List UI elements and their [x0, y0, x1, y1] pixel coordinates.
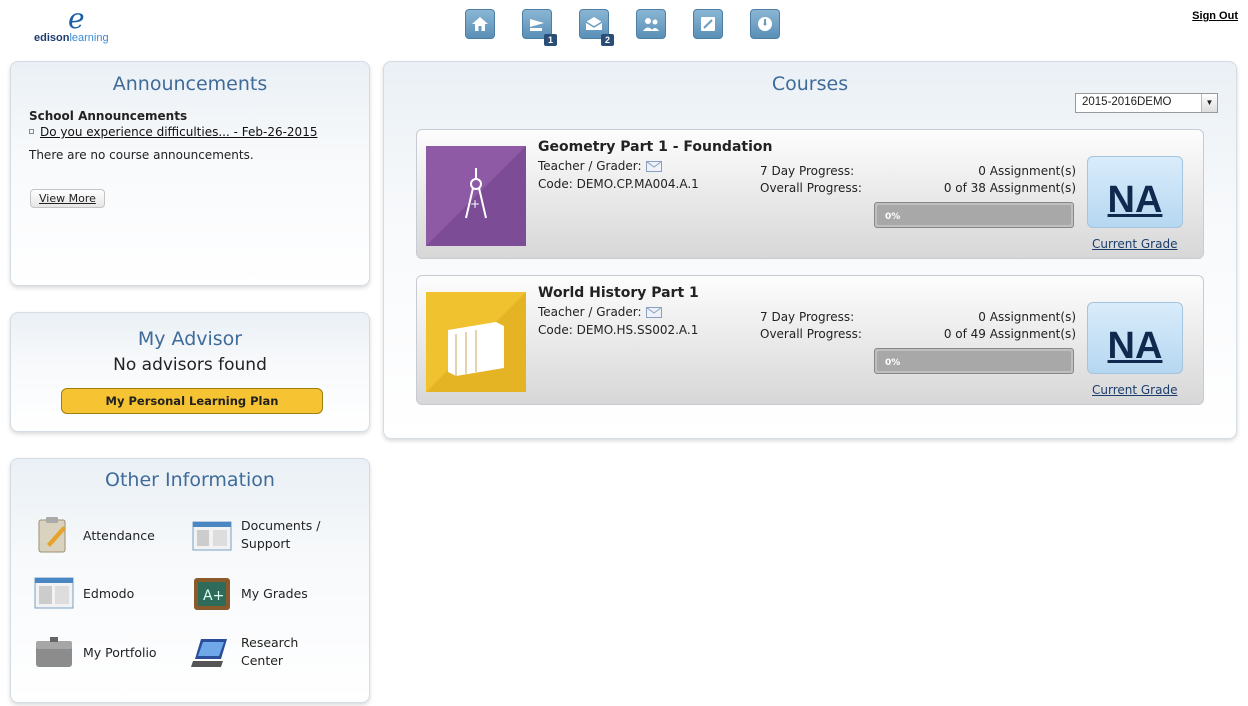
- course-card[interactable]: + Geometry Part 1 - Foundation Teacher /…: [416, 129, 1204, 259]
- home-icon[interactable]: [465, 9, 495, 39]
- clipboard-icon: [38, 517, 66, 553]
- teacher-label: Teacher / Grader:: [538, 159, 662, 173]
- seven-day-progress-value: 0 Assignment(s): [978, 164, 1076, 178]
- grade-value: NA: [1107, 179, 1163, 221]
- other-information-title: Other Information: [105, 469, 275, 491]
- edison-learning-logo[interactable]: e edisonlearning: [30, 2, 140, 46]
- people-icon[interactable]: [636, 9, 666, 39]
- announcement-link-text: Do you experience difficulties... - Feb-…: [40, 125, 318, 139]
- logo-text-b: learning: [69, 32, 109, 44]
- books-icon: [426, 292, 526, 392]
- course-name[interactable]: Geometry Part 1 - Foundation: [538, 139, 772, 155]
- chevron-down-icon: ▼: [1201, 94, 1217, 112]
- mail-icon[interactable]: [645, 307, 662, 318]
- edmodo-label: Edmodo: [83, 585, 135, 601]
- assignments-badge: 1: [543, 34, 557, 46]
- seven-day-progress-value: 0 Assignment(s): [978, 310, 1076, 324]
- research-center-label: Research Center: [241, 635, 299, 668]
- teacher-label-text: Teacher / Grader:: [538, 159, 642, 173]
- current-grade-link[interactable]: Current Grade: [1092, 383, 1177, 397]
- progress-percent: 0%: [885, 212, 901, 222]
- my-grades-label: My Grades: [241, 585, 308, 601]
- courses-title: Courses: [771, 73, 849, 95]
- progress-percent: 0%: [885, 358, 901, 368]
- no-course-announcements: There are no course announcements.: [29, 148, 254, 162]
- documents-support-label: Documents / Support: [241, 518, 321, 551]
- svg-text:+: +: [470, 197, 480, 211]
- course-code: Code: DEMO.HS.SS002.A.1: [538, 323, 699, 337]
- progress-bar: 0%: [874, 202, 1074, 228]
- term-select[interactable]: 2015-2016DEMO ▼: [1075, 93, 1218, 113]
- attendance-link[interactable]: Attendance: [33, 514, 155, 556]
- grade-value: NA: [1107, 325, 1163, 367]
- grade-box[interactable]: NA: [1087, 156, 1183, 228]
- progress-bar: 0%: [874, 348, 1074, 374]
- overall-progress-value: 0 of 49 Assignment(s): [943, 327, 1076, 341]
- portfolio-icon: [36, 637, 72, 667]
- documents-icon: [192, 521, 232, 551]
- courses-panel: Courses 2015-2016DEMO ▼ + Geometry Part …: [383, 61, 1237, 439]
- documents-support-link[interactable]: Documents / Support: [191, 514, 321, 556]
- personal-learning-plan-button[interactable]: My Personal Learning Plan: [61, 388, 323, 414]
- other-information-panel: Other Information Attendance Documents /…: [10, 458, 370, 703]
- attendance-label: Attendance: [83, 527, 155, 543]
- school-announcements-heading: School Announcements: [29, 109, 188, 123]
- sign-out-link[interactable]: Sign Out: [1192, 10, 1238, 22]
- logo-mark: e: [68, 2, 85, 35]
- term-select-value: 2015-2016DEMO: [1082, 96, 1172, 108]
- course-code: Code: DEMO.CP.MA004.A.1: [538, 177, 699, 191]
- announcements-panel: Announcements School Announcements Do yo…: [10, 61, 370, 286]
- advisor-panel: My Advisor No advisors found My Personal…: [10, 312, 370, 432]
- course-name[interactable]: World History Part 1: [538, 285, 699, 301]
- view-more-button[interactable]: View More: [30, 189, 105, 208]
- overall-progress-label: Overall Progress:: [760, 181, 862, 195]
- edmodo-link[interactable]: Edmodo: [33, 572, 134, 614]
- compass-icon: +: [426, 146, 526, 246]
- bullet-icon: [29, 129, 34, 134]
- laptop-icon: [191, 639, 227, 667]
- advisor-title: My Advisor: [137, 328, 243, 350]
- messages-icon[interactable]: 2: [579, 9, 614, 46]
- overall-progress-label: Overall Progress:: [760, 327, 862, 341]
- current-grade-link[interactable]: Current Grade: [1092, 237, 1177, 251]
- messages-badge: 2: [600, 34, 614, 46]
- svg-text:A+: A+: [203, 588, 224, 604]
- my-grades-link[interactable]: A+ My Grades: [191, 572, 308, 614]
- announcement-link[interactable]: Do you experience difficulties... - Feb-…: [29, 125, 369, 139]
- progress-bar-fill: 0%: [877, 351, 1071, 371]
- mail-icon[interactable]: [645, 161, 662, 172]
- notes-icon[interactable]: [693, 9, 723, 39]
- seven-day-progress-label: 7 Day Progress:: [760, 310, 855, 324]
- my-portfolio-label: My Portfolio: [83, 644, 157, 660]
- announcements-title: Announcements: [112, 73, 268, 95]
- teacher-label: Teacher / Grader:: [538, 305, 662, 319]
- course-card[interactable]: World History Part 1 Teacher / Grader: C…: [416, 275, 1204, 405]
- edmodo-icon: [34, 577, 74, 609]
- overall-progress-value: 0 of 38 Assignment(s): [943, 181, 1076, 195]
- grade-box[interactable]: NA: [1087, 302, 1183, 374]
- my-portfolio-link[interactable]: My Portfolio: [33, 631, 157, 673]
- logo-wordmark: edisonlearning: [34, 32, 109, 44]
- teacher-label-text: Teacher / Grader:: [538, 305, 642, 319]
- progress-bar-fill: 0%: [877, 205, 1071, 225]
- research-center-link[interactable]: Research Center: [191, 631, 321, 673]
- logo-text-a: edison: [34, 32, 70, 44]
- dashboard-icon[interactable]: [750, 9, 780, 39]
- seven-day-progress-label: 7 Day Progress:: [760, 164, 855, 178]
- no-advisors-text: No advisors found: [113, 355, 267, 375]
- assignments-icon[interactable]: 1: [522, 9, 557, 46]
- chalkboard-icon: A+: [194, 578, 230, 610]
